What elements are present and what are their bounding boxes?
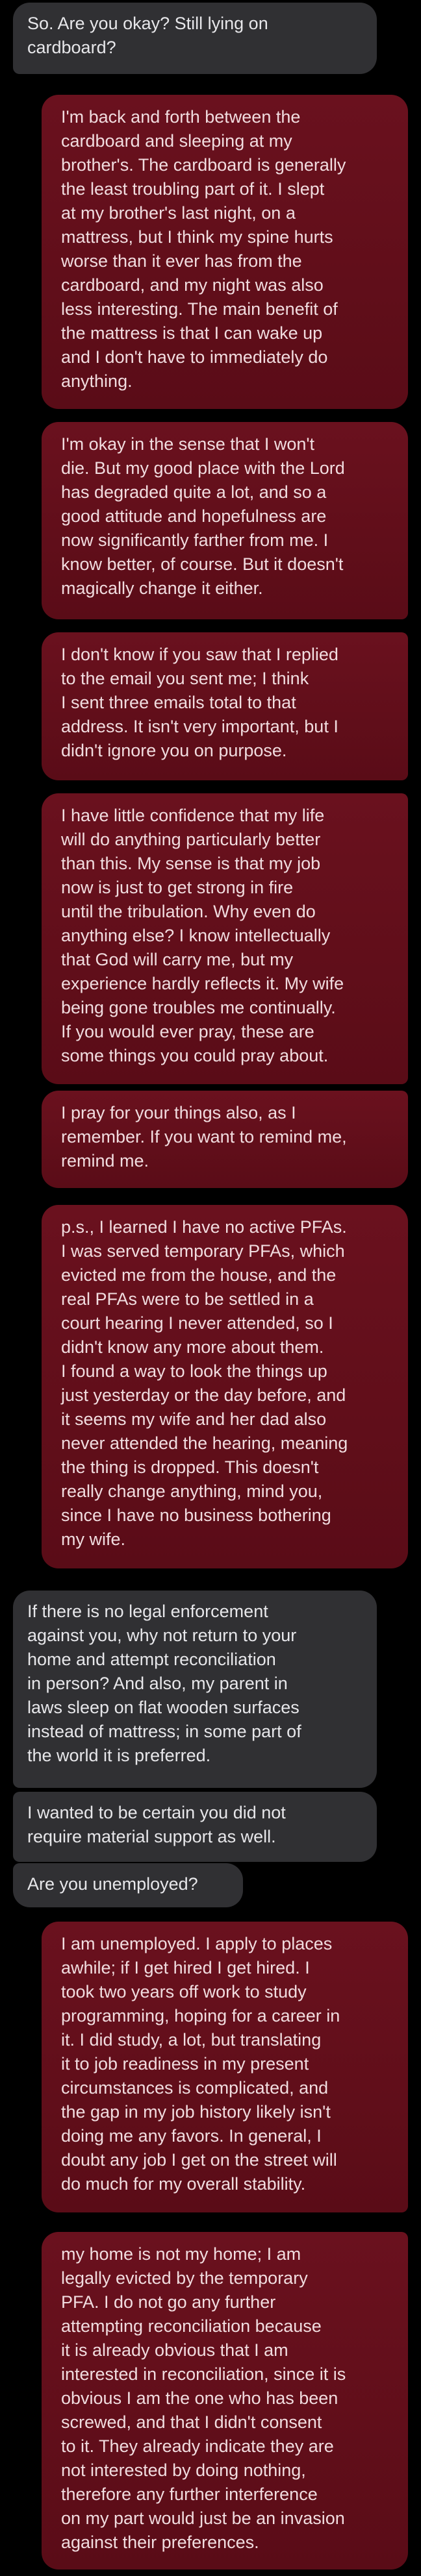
outgoing-message[interactable]: I'm okay in the sense that I won't die. … [42, 422, 408, 619]
outgoing-message[interactable]: I don't know if you saw that I replied t… [42, 632, 408, 780]
incoming-message[interactable]: If there is no legal enforcement against… [13, 1591, 377, 1788]
outgoing-message[interactable]: I'm back and forth between the cardboard… [42, 95, 408, 409]
outgoing-message[interactable]: I pray for your things also, as I rememb… [42, 1091, 408, 1188]
outgoing-message[interactable]: I have little confidence that my life wi… [42, 793, 408, 1084]
incoming-message[interactable]: Are you unemployed? [13, 1863, 243, 1907]
outgoing-message[interactable]: my home is not my home; I am legally evi… [42, 2232, 408, 2570]
incoming-message[interactable]: So. Are you okay? Still lying on cardboa… [13, 3, 377, 74]
incoming-message[interactable]: I wanted to be certain you did not requi… [13, 1792, 377, 1862]
message-thread[interactable]: So. Are you okay? Still lying on cardboa… [0, 0, 421, 2576]
outgoing-message[interactable]: I am unemployed. I apply to places awhil… [42, 1922, 408, 2212]
outgoing-message[interactable]: p.s., I learned I have no active PFAs. I… [42, 1205, 408, 1568]
